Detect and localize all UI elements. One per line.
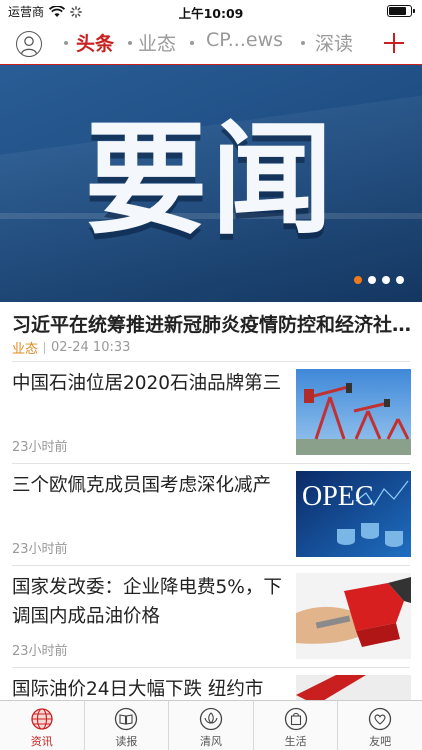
oil-pumpjack-image	[296, 369, 411, 455]
headline-date: 02-24 10:33	[51, 340, 131, 355]
globe-icon	[31, 708, 53, 730]
tab-cpnews[interactable]: CP...ews	[206, 29, 283, 51]
tab-label: 清风	[199, 735, 222, 748]
opec-image: OPEC	[296, 471, 411, 557]
carousel-indicator	[354, 276, 404, 284]
meta-separator	[44, 341, 46, 354]
nav-separator-dot	[128, 41, 132, 45]
status-time: 上午10:09	[178, 6, 244, 21]
headline-title[interactable]: 习近平在统筹推进新冠肺炎疫情防控和经济社会发展工作部署会议上的讲话	[12, 310, 412, 337]
banner-carousel[interactable]: 要闻	[0, 65, 422, 302]
channel-nav: 头条 业态 CP...ews 深读	[0, 24, 422, 64]
news-title: 三个欧佩克成员国考虑深化减产	[12, 475, 272, 496]
divider	[12, 361, 410, 362]
status-bar: 运营商 上午10:09	[0, 0, 422, 22]
divider	[12, 463, 410, 464]
fuel-nozzle-image	[296, 573, 411, 659]
opec-thumb-text: OPEC	[302, 481, 374, 512]
user-avatar-button[interactable]	[16, 31, 42, 57]
tab-label: 读报	[115, 735, 138, 748]
news-title: 中国石油位居2020石油品牌第三	[12, 373, 282, 394]
book-icon	[115, 707, 138, 731]
tab-breeze[interactable]: 清风	[169, 701, 254, 750]
bottom-tab-bar: 资讯 读报 清风 生活 友吧	[0, 700, 422, 750]
battery-icon	[387, 5, 415, 17]
news-item[interactable]: 中国石油位居2020石油品牌第三 23小时前	[0, 363, 422, 463]
divider	[12, 565, 410, 566]
news-item[interactable]: 国家发改委：企业降电费5%，下调国内成品油价格 23小时前	[0, 567, 422, 667]
news-time: 23小时前	[12, 644, 68, 659]
nav-separator-dot	[64, 41, 68, 45]
carousel-dot[interactable]	[368, 276, 376, 284]
nav-separator-dot	[190, 41, 194, 45]
headline-meta: 业态 02-24 10:33	[12, 338, 130, 357]
tab-news[interactable]: 资讯	[0, 701, 85, 750]
headline-category[interactable]: 业态	[12, 338, 38, 357]
news-time: 23小时前	[12, 542, 68, 557]
add-channel-icon[interactable]	[384, 33, 404, 53]
lotus-icon	[199, 707, 223, 731]
banner-title: 要闻	[85, 109, 337, 251]
news-time: 23小时前	[12, 440, 68, 455]
tab-reader[interactable]: 读报	[85, 701, 170, 750]
nav-separator-dot	[301, 41, 305, 45]
tab-label: 资讯	[30, 735, 53, 748]
tab-headlines[interactable]: 头条	[76, 29, 114, 56]
tab-label: 生活	[284, 735, 307, 748]
tab-life[interactable]: 生活	[254, 701, 339, 750]
tab-friends[interactable]: 友吧	[338, 701, 422, 750]
tab-label: 友吧	[369, 735, 392, 748]
carousel-dot[interactable]	[382, 276, 390, 284]
carousel-dot[interactable]	[396, 276, 404, 284]
user-icon	[20, 36, 38, 55]
heart-hands-icon	[369, 707, 392, 731]
divider	[12, 667, 410, 668]
tab-deep-read[interactable]: 深读	[315, 29, 353, 56]
shopping-bag-icon	[284, 707, 307, 731]
carousel-dot[interactable]	[354, 276, 362, 284]
tab-industry[interactable]: 业态	[138, 29, 176, 56]
news-item[interactable]: 三个欧佩克成员国考虑深化减产 23小时前 OPEC	[0, 465, 422, 565]
news-title: 国家发改委：企业降电费5%，下调国内成品油价格	[12, 577, 282, 627]
